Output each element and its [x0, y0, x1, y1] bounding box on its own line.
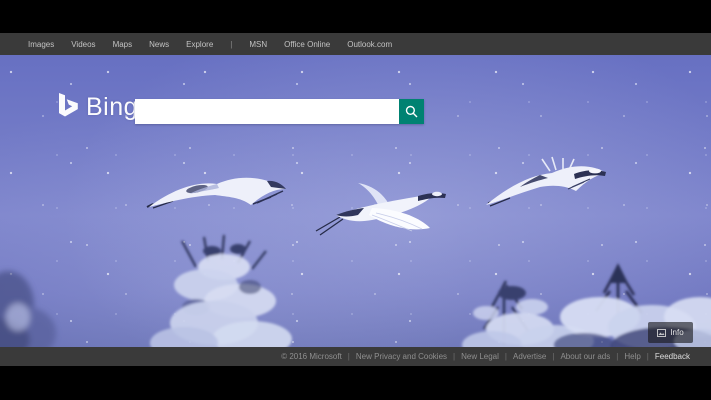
footer-link-privacy[interactable]: New Privacy and Cookies [356, 352, 447, 361]
nav-item-videos[interactable]: Videos [71, 40, 95, 49]
footer-divider: | [347, 352, 350, 361]
footer-link-about-ads[interactable]: About our ads [560, 352, 610, 361]
hero-photo: Bing Info [0, 55, 711, 347]
bing-logo-text: Bing [86, 93, 139, 121]
image-info-icon [657, 328, 667, 337]
nav-item-msn[interactable]: MSN [249, 40, 267, 49]
search-button[interactable] [399, 99, 424, 124]
footer-link-feedback[interactable]: Feedback [655, 352, 690, 361]
nav-item-outlook[interactable]: Outlook.com [347, 40, 392, 49]
footer-divider: | [616, 352, 619, 361]
nav-item-explore[interactable]: Explore [186, 40, 213, 49]
search-bar [135, 99, 424, 124]
nav-divider: | [230, 39, 233, 49]
nav-item-maps[interactable]: Maps [113, 40, 133, 49]
footer-divider: | [453, 352, 456, 361]
tree-left-edge [0, 271, 56, 347]
search-input[interactable] [135, 99, 399, 124]
top-navbar: Images Videos Maps News Explore | MSN Of… [0, 33, 711, 55]
crane-left [146, 177, 286, 209]
nav-item-office-online[interactable]: Office Online [284, 40, 330, 49]
nav-item-news[interactable]: News [149, 40, 169, 49]
bing-logo[interactable]: Bing [58, 93, 138, 120]
screen: Images Videos Maps News Explore | MSN Of… [0, 0, 711, 400]
image-info-label: Info [670, 328, 684, 337]
footer-link-help[interactable]: Help [624, 352, 640, 361]
bing-homepage: Images Videos Maps News Explore | MSN Of… [0, 33, 711, 366]
nav-item-images[interactable]: Images [28, 40, 54, 49]
footer-link-legal[interactable]: New Legal [461, 352, 499, 361]
search-icon [405, 105, 418, 118]
footer-link-advertise[interactable]: Advertise [513, 352, 546, 361]
tree-snowy-center [462, 280, 594, 347]
crane-right [486, 156, 606, 207]
footer-bar: © 2016 Microsoft | New Privacy and Cooki… [0, 347, 711, 366]
footer-copyright: © 2016 Microsoft [281, 352, 342, 361]
image-info-button[interactable]: Info [648, 322, 693, 343]
tree-snowy-left [150, 234, 292, 347]
footer-divider: | [504, 352, 507, 361]
crane-middle [315, 183, 446, 236]
bing-logo-icon [58, 93, 79, 120]
footer-divider: | [646, 352, 649, 361]
footer-divider: | [552, 352, 555, 361]
